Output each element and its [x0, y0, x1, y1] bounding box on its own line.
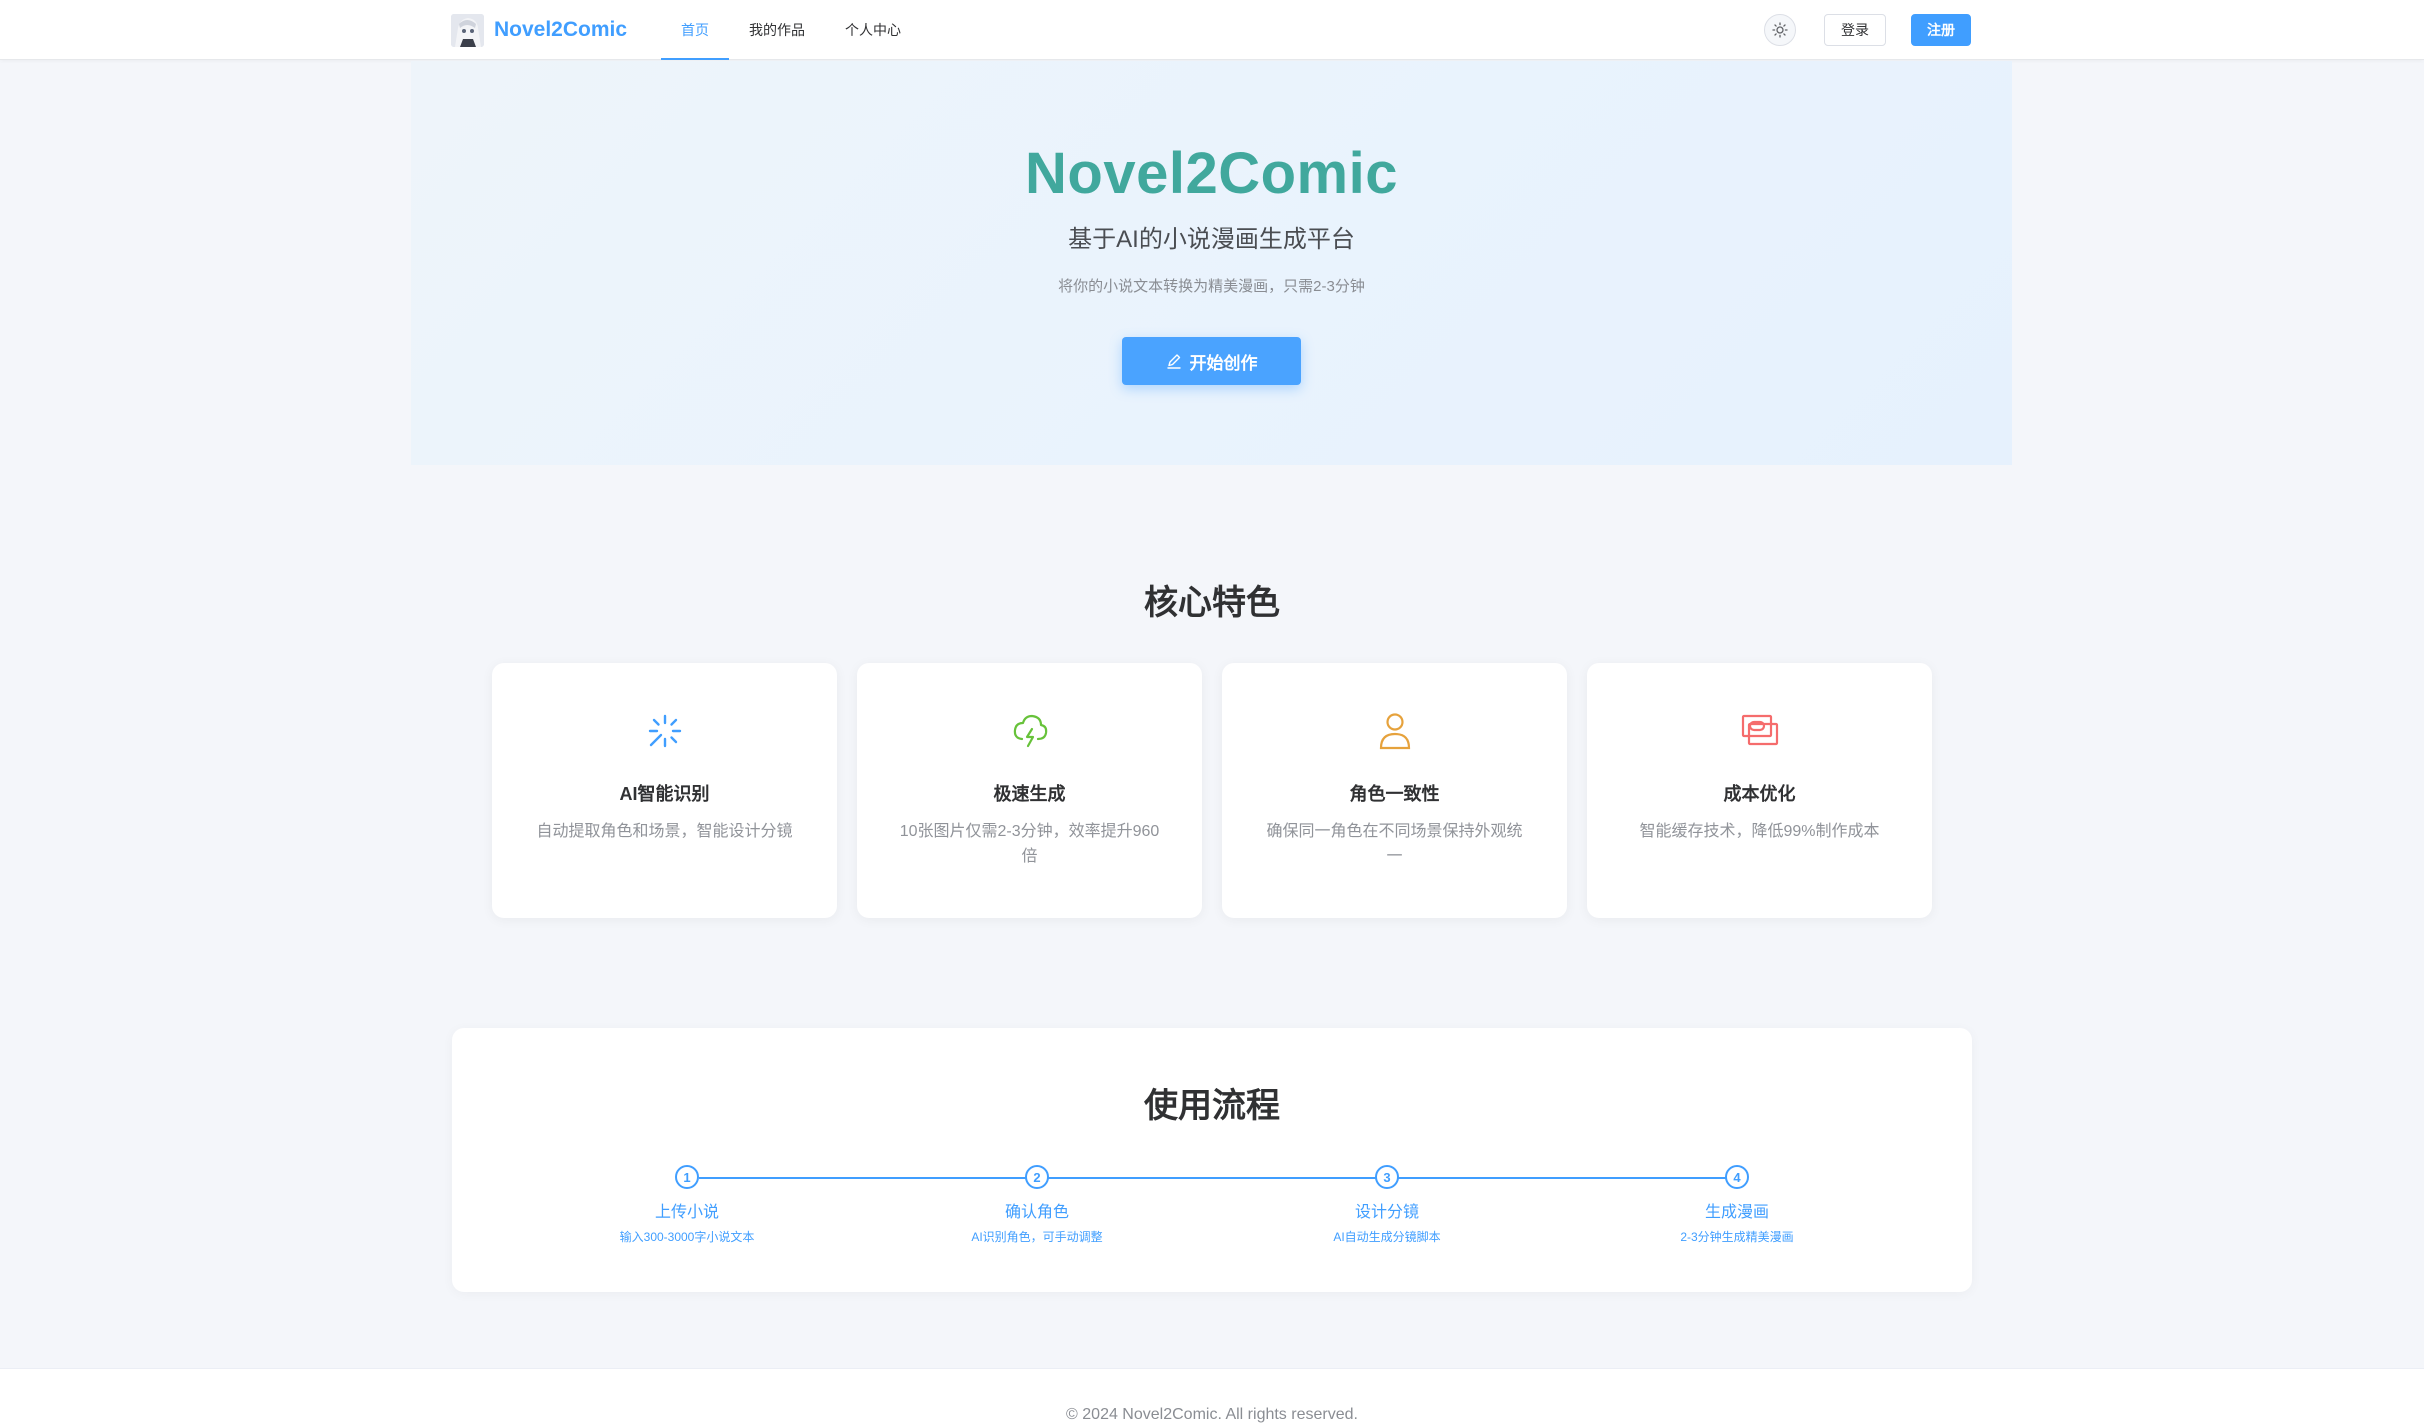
feature-title: 极速生成 [993, 784, 1066, 804]
feature-card-cost: 成本优化 智能缓存技术，降低99%制作成本 [1587, 663, 1932, 918]
steps-connector-line [699, 1177, 1739, 1179]
main-menu: 首页 我的作品 个人中心 [661, 0, 921, 60]
usage-steps-panel [452, 1028, 1972, 1292]
step-generate-comic: 4 生成漫画 2-3分钟生成精美漫画 [1587, 1165, 1887, 1245]
page-footer: © 2024 Novel2Comic. All rights reserved. [0, 1368, 2424, 1428]
hero-subtitle: 基于AI的小说漫画生成平台 [1068, 226, 1355, 253]
step-label: 设计分镜 [1354, 1204, 1419, 1221]
nav-item-profile[interactable]: 个人中心 [825, 0, 921, 60]
feature-title: 成本优化 [1723, 784, 1796, 804]
step-description: AI自动生成分镜脚本 [1333, 1230, 1441, 1244]
nav-item-home[interactable]: 首页 [661, 0, 729, 60]
feature-description: 自动提取角色和场景，智能设计分镜 [536, 823, 793, 840]
start-creating-label: 开始创作 [1189, 353, 1258, 373]
register-button[interactable]: 注册 [1911, 14, 1971, 46]
feature-card-ai: AI智能识别 自动提取角色和场景，智能设计分镜 [492, 663, 837, 918]
hero-description: 将你的小说文本转换为精美漫画，只需2-3分钟 [1058, 278, 1365, 295]
step-confirm-characters: 2 确认角色 AI识别角色，可手动调整 [887, 1165, 1187, 1245]
hero-title: Novel2Comic [1025, 141, 1398, 206]
edit-icon [1166, 354, 1181, 369]
top-navbar: Novel2Comic 首页 我的作品 个人中心 登录 注册 [0, 0, 2424, 60]
step-description: AI识别角色，可手动调整 [971, 1230, 1103, 1244]
start-creating-button[interactable]: 开始创作 [1122, 337, 1301, 385]
step-number: 2 [1025, 1165, 1049, 1189]
nav-item-my-works[interactable]: 我的作品 [729, 0, 825, 60]
magic-sparkle-icon [648, 714, 681, 748]
steps-title: 使用流程 [1144, 1087, 1280, 1125]
feature-card-speed: 极速生成 10张图片仅需2-3分钟，效率提升960倍 [857, 663, 1202, 918]
lightning-cloud-icon [1013, 714, 1047, 748]
step-number: 4 [1725, 1165, 1749, 1189]
brand-name: Novel2Comic [494, 18, 628, 41]
brand[interactable]: Novel2Comic [451, 13, 627, 47]
user-icon [1379, 713, 1410, 750]
feature-description: 智能缓存技术，降低99%制作成本 [1639, 823, 1880, 840]
step-description: 输入300-3000字小说文本 [619, 1230, 755, 1244]
feature-card-consistency: 角色一致性 确保同一角色在不同场景保持外观统一 [1222, 663, 1567, 918]
step-description: 2-3分钟生成精美漫画 [1680, 1230, 1794, 1244]
money-icon [1741, 714, 1778, 746]
hero-banner: Novel2Comic 基于AI的小说漫画生成平台 将你的小说文本转换为精美漫画… [411, 61, 2012, 465]
step-number: 1 [675, 1165, 699, 1189]
step-upload: 1 上传小说 输入300-3000字小说文本 [537, 1165, 837, 1245]
feature-title: AI智能识别 [619, 784, 710, 804]
step-label: 确认角色 [1004, 1204, 1069, 1221]
feature-description: 确保同一角色在不同场景保持外观统一 [1266, 823, 1523, 865]
step-number: 3 [1375, 1165, 1399, 1189]
sun-icon [1772, 22, 1788, 38]
step-label: 上传小说 [654, 1204, 719, 1221]
feature-description: 10张图片仅需2-3分钟，效率提升960倍 [899, 823, 1160, 865]
step-design-storyboard: 3 设计分镜 AI自动生成分镜脚本 [1237, 1165, 1537, 1245]
brand-logo [451, 13, 484, 47]
step-label: 生成漫画 [1704, 1204, 1769, 1221]
theme-toggle-button[interactable] [1764, 14, 1796, 46]
features-title: 核心特色 [1144, 584, 1280, 622]
feature-title: 角色一致性 [1349, 784, 1440, 804]
copyright-text: © 2024 Novel2Comic. All rights reserved. [1066, 1406, 1358, 1423]
login-button[interactable]: 登录 [1824, 14, 1886, 46]
